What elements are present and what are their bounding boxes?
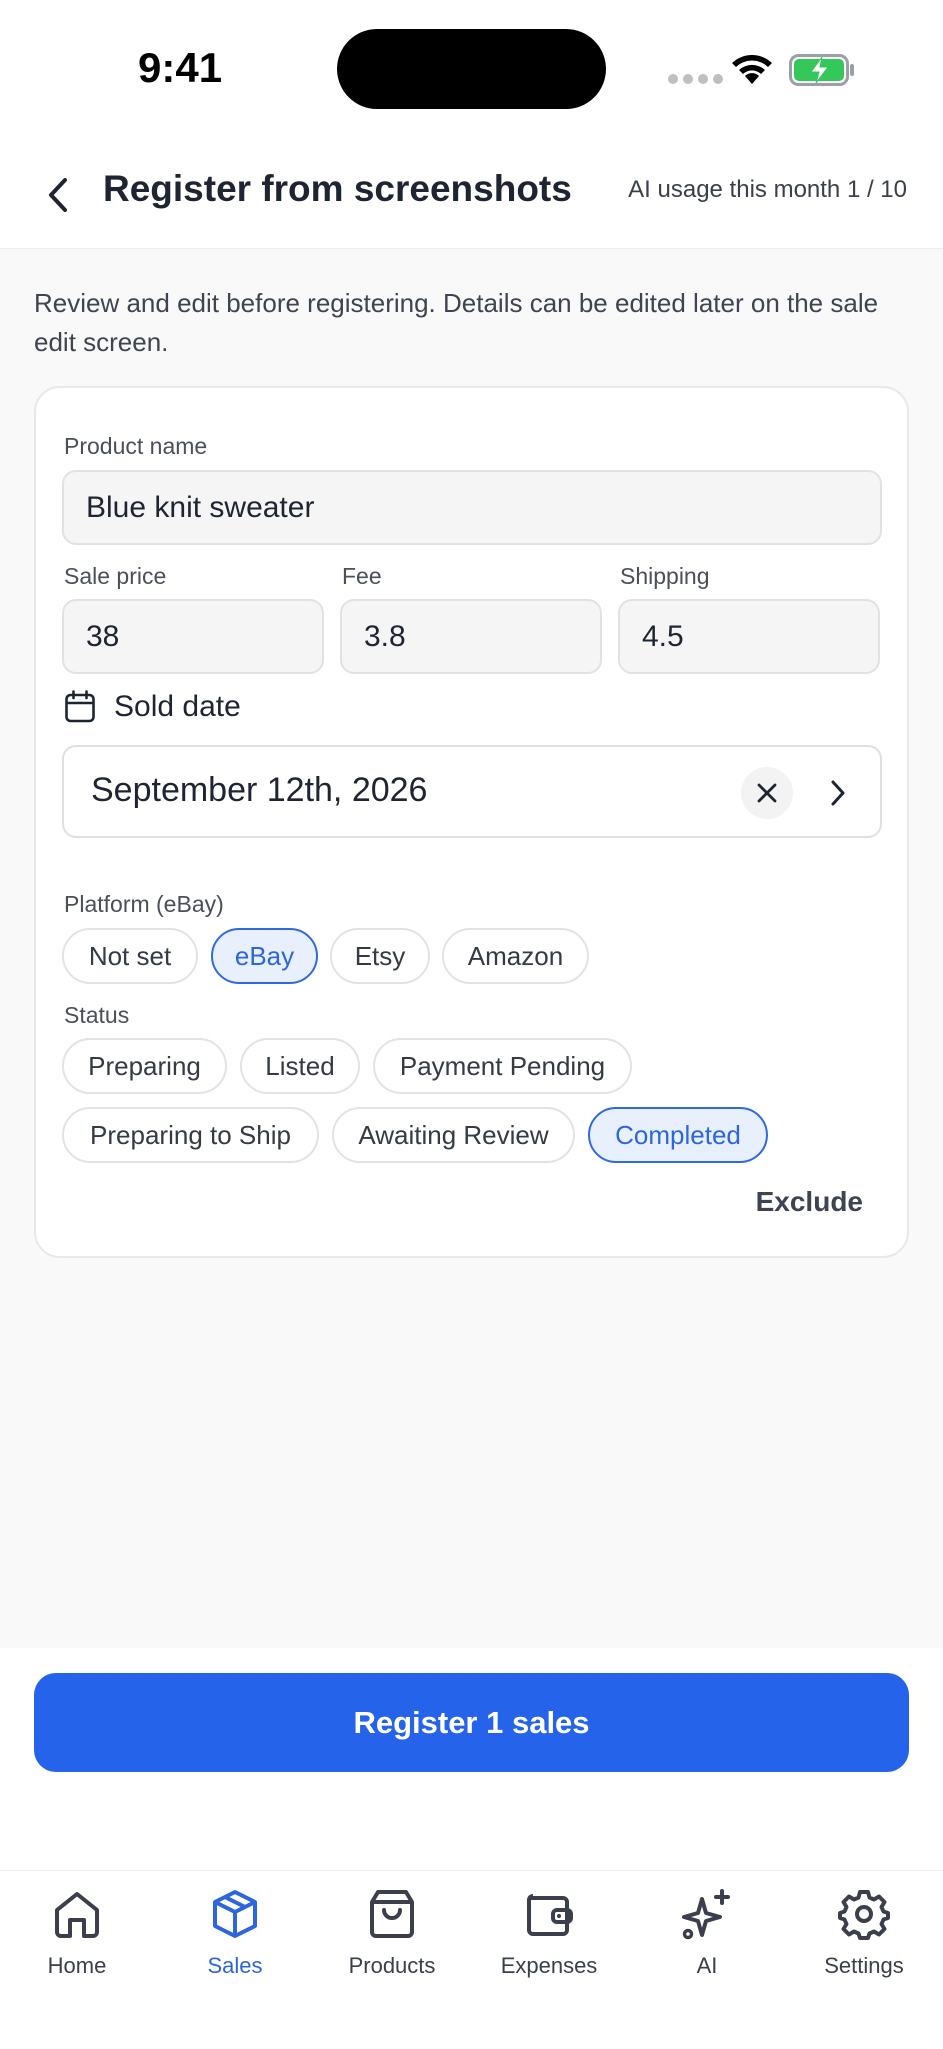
tab-settings[interactable]: Settings (789, 1883, 939, 1993)
back-button[interactable] (38, 170, 78, 220)
fee-label: Fee (342, 563, 382, 589)
register-sales-button[interactable]: Register 1 sales (34, 1673, 909, 1772)
chip-label: Preparing to Ship (90, 1119, 291, 1150)
sold-date-label: Sold date (114, 690, 241, 723)
chip-label: Awaiting Review (358, 1119, 549, 1150)
shipping-label: Shipping (620, 563, 710, 589)
page-title: Register from screenshots (103, 168, 572, 209)
sold-date-header: Sold date (64, 690, 241, 724)
open-date-button[interactable] (816, 769, 860, 817)
sale-price-input[interactable]: 38 (62, 599, 324, 674)
gear-icon (838, 1890, 890, 1940)
tab-label: AI (696, 1953, 718, 1978)
cellular-signal-icon (668, 74, 723, 84)
shopping-bag-icon (370, 1890, 414, 1938)
intro-text: Review and edit before registering. Deta… (34, 288, 879, 357)
status-chip-awaiting-review[interactable]: Awaiting Review (332, 1107, 575, 1163)
tab-label: Home (47, 1953, 107, 1978)
exclude-button[interactable]: Exclude (756, 1186, 863, 1218)
sale-price-value: 38 (86, 619, 120, 653)
tab-expenses[interactable]: Expenses (474, 1883, 624, 1993)
header: Register from screenshots AI usage this … (0, 140, 943, 249)
sold-date-picker[interactable]: September 12th, 2026 (62, 745, 882, 838)
sold-date-value: September 12th, 2026 (91, 771, 428, 809)
dynamic-island (337, 29, 606, 109)
close-icon (757, 783, 777, 803)
tab-ai[interactable]: AI (632, 1883, 782, 1993)
status-chip-preparing-to-ship[interactable]: Preparing to Ship (62, 1107, 319, 1163)
clear-date-button[interactable] (741, 767, 793, 819)
chip-label: Completed (615, 1119, 741, 1150)
platform-chip-ebay[interactable]: eBay (211, 928, 318, 984)
wifi-icon (732, 55, 772, 84)
tab-label: Settings (824, 1953, 904, 1978)
tab-label: Expenses (500, 1953, 598, 1978)
fee-value: 3.8 (364, 619, 406, 653)
status-chip-payment-pending[interactable]: Payment Pending (373, 1038, 632, 1094)
chevron-right-icon (831, 780, 845, 806)
wallet-icon (527, 1894, 573, 1936)
chip-label: Etsy (354, 940, 406, 971)
status-chip-listed[interactable]: Listed (240, 1038, 360, 1094)
register-bar: Register 1 sales (0, 1648, 943, 1870)
shipping-value: 4.5 (642, 619, 684, 653)
ai-usage-counter: AI usage this month 1 / 10 (628, 176, 907, 203)
tab-label: Products (348, 1953, 436, 1978)
chip-label: Not set (88, 940, 172, 971)
tab-products[interactable]: Products (317, 1883, 467, 1993)
chip-label: Preparing (88, 1050, 201, 1081)
tab-sales[interactable]: Sales (160, 1883, 310, 1993)
tab-bar: Home Sales Products Expenses AI Settings (0, 1870, 943, 2049)
chip-label: Payment Pending (399, 1050, 606, 1081)
product-name-input[interactable]: Blue knit sweater (62, 470, 882, 545)
tab-label: Sales (207, 1953, 263, 1978)
product-name-label: Product name (64, 433, 208, 459)
home-icon (55, 1892, 99, 1938)
tab-home[interactable]: Home (2, 1883, 152, 1993)
battery-charging-icon (789, 54, 854, 86)
sale-card: Product name Blue knit sweater Sale pric… (34, 386, 909, 1258)
chip-label: eBay (234, 940, 295, 971)
status-chip-preparing[interactable]: Preparing (62, 1038, 227, 1094)
platform-label: Platform (eBay) (64, 891, 224, 917)
sale-price-label: Sale price (64, 563, 167, 589)
chevron-left-icon (49, 178, 67, 212)
chip-label: Amazon (467, 940, 564, 971)
platform-chip-not-set[interactable]: Not set (62, 928, 198, 984)
sparkles-icon (682, 1889, 730, 1940)
product-name-value: Blue knit sweater (86, 490, 315, 524)
platform-chip-amazon[interactable]: Amazon (442, 928, 589, 984)
fee-input[interactable]: 3.8 (340, 599, 602, 674)
status-bar: 9:41 (0, 0, 943, 140)
calendar-icon (65, 690, 95, 723)
chip-label: Listed (265, 1050, 335, 1081)
box-icon (213, 1890, 257, 1938)
status-chip-completed[interactable]: Completed (588, 1107, 768, 1163)
shipping-input[interactable]: 4.5 (618, 599, 880, 674)
status-time: 9:41 (138, 44, 223, 91)
status-label: Status (64, 1002, 130, 1028)
platform-chip-etsy[interactable]: Etsy (330, 928, 430, 984)
